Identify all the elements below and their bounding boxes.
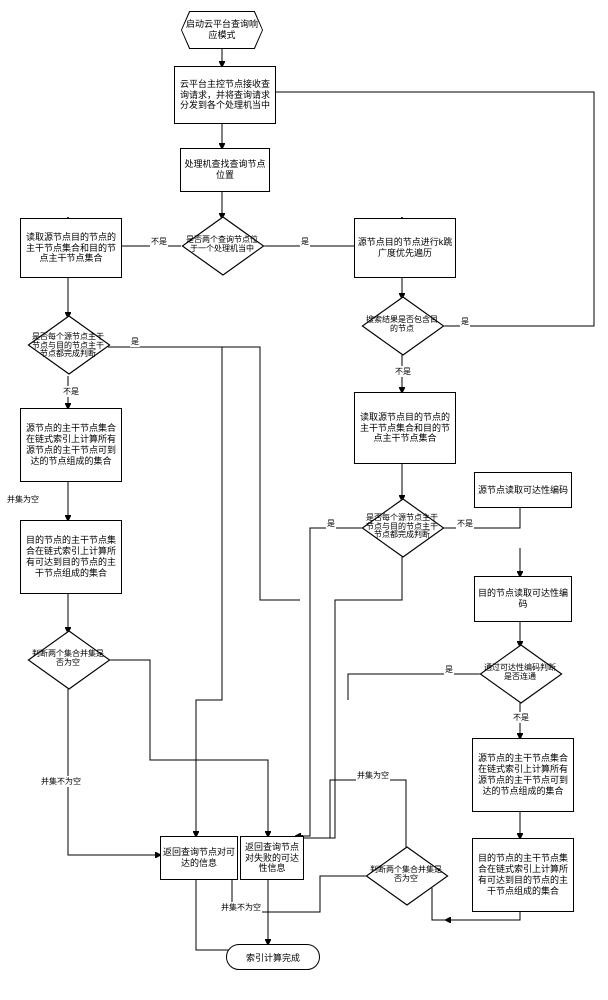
label-no-3: 不是 — [394, 366, 412, 377]
n11-text: 返回查询节点对可达的信息 — [163, 847, 235, 869]
n3-text: 读取源节点目的节点的主干节点集合和目的节点主干节点集合 — [23, 232, 119, 264]
end-label: 索引计算完成 — [246, 951, 300, 964]
process-target-read-code: 目的节点读取可达性编码 — [474, 576, 572, 622]
n6-text: 读取源节点目的节点的主干节点集合和目的节点主干节点集合 — [357, 412, 453, 444]
label-yes-3: 是 — [460, 316, 470, 327]
process-source-read-code: 源节点读取可达性编码 — [474, 472, 572, 508]
end-node: 索引计算完成 — [226, 944, 320, 970]
n9-text: 目的节点读取可达性编码 — [477, 588, 569, 610]
process-return-reachable: 返回查询节点对可达的信息 — [160, 836, 238, 880]
process-return-fail: 返回查询节点对失败的可达性信息 — [240, 836, 304, 880]
label-notempty-1: 并集不为空 — [40, 776, 82, 787]
decision-all-judged-left: 是否每个源节点主干节点与目的节点主干节点都完成判断 — [28, 317, 108, 375]
decision-all-judged-right: 是否每个源节点主干节点与目的节点主干节点都完成判断 — [362, 500, 442, 554]
process-target-reachable-set-right: 目的节点的主干节点集合在链式索引上计算所有可达到目的节点的主干节点组成的集合 — [472, 838, 574, 912]
n2-text: 处理机查找查询节点位置 — [183, 159, 267, 181]
label-yes-1: 是 — [300, 236, 310, 247]
label-yes-2: 是 — [130, 336, 140, 347]
label-yes-6: 是 — [444, 664, 454, 675]
d2-text: 是否每个源节点主干节点与目的节点主干节点都完成判断 — [28, 333, 108, 359]
n1-text: 云平台主控节点接收查询请求，并将查询请求分发到各个处理机当中 — [177, 79, 273, 111]
process-bfs: 源节点目的节点进行k跳广度优先遍历 — [354, 218, 456, 278]
n8-text: 源节点读取可达性编码 — [478, 485, 568, 496]
d3-text: 搜索结果是否包含目的节点 — [362, 316, 442, 334]
process-receive-request: 云平台主控节点接收查询请求，并将查询请求分发到各个处理机当中 — [174, 66, 276, 124]
decision-contains-target: 搜索结果是否包含目的节点 — [362, 298, 442, 352]
process-source-reachable-set: 源节点的主干节点集合在链式索引上计算所有源节点的主干节点可到达的节点组成的集合 — [20, 408, 122, 482]
d5-text: 判断两个集合并集是否为空 — [28, 650, 108, 668]
n13-text: 目的节点的主干节点集合在链式索引上计算所有可达到目的节点的主干节点组成的集合 — [475, 853, 571, 896]
label-empty-2: 并集为空 — [356, 770, 390, 781]
decision-union-empty-left: 判断两个集合并集是否为空 — [28, 632, 108, 686]
decision-same-machine: 是否两个查询节点位于一个处理机当中 — [182, 218, 262, 272]
d7-text: 判断两个集合并集是否为空 — [366, 866, 446, 884]
decision-connected: 通过可达性编码判断是否连通 — [480, 646, 560, 700]
process-source-reachable-set-right: 源节点的主干节点集合在链式索引上计算所有源节点的主干节点可到达的节点组成的集合 — [472, 738, 574, 812]
label-notempty-2: 并集不为空 — [220, 902, 262, 913]
n7-text: 目的节点的主干节点集合在链式索引上计算所有可达到目的节点的主干节点组成的集合 — [23, 535, 119, 578]
n12-text: 返回查询节点对失败的可达性信息 — [243, 842, 301, 874]
label-no-1: 不是 — [150, 236, 168, 247]
process-find-node: 处理机查找查询节点位置 — [180, 148, 270, 192]
n5-text: 源节点的主干节点集合在链式索引上计算所有源节点的主干节点可到达的节点组成的集合 — [23, 423, 119, 466]
decision-union-empty-right: 判断两个集合并集是否为空 — [366, 848, 446, 902]
d1-text: 是否两个查询节点位于一个处理机当中 — [182, 236, 262, 254]
n10-text: 源节点的主干节点集合在链式索引上计算所有源节点的主干节点可到达的节点组成的集合 — [475, 753, 571, 796]
process-read-sets-right: 读取源节点目的节点的主干节点集合和目的节点主干节点集合 — [354, 392, 456, 464]
label-no-2: 不是 — [62, 386, 80, 397]
d6-text: 通过可达性编码判断是否连通 — [480, 664, 560, 682]
label-yes-4: 是 — [326, 518, 336, 529]
label-no-6: 不是 — [512, 712, 530, 723]
label-empty-1: 并集为空 — [6, 494, 40, 505]
process-read-sets-left: 读取源节点目的节点的主干节点集合和目的节点主干节点集合 — [20, 218, 122, 278]
start-node: 启动云平台查询响应模式 — [182, 12, 262, 48]
start-label: 启动云平台查询响应模式 — [182, 19, 262, 41]
process-target-reachable-set: 目的节点的主干节点集合在链式索引上计算所有可达到目的节点的主干节点组成的集合 — [20, 520, 122, 594]
label-no-4: 不是 — [456, 518, 474, 529]
n4-text: 源节点目的节点进行k跳广度优先遍历 — [357, 237, 453, 259]
d4-text: 是否每个源节点主干节点与目的节点主干节点都完成判断 — [362, 514, 442, 540]
